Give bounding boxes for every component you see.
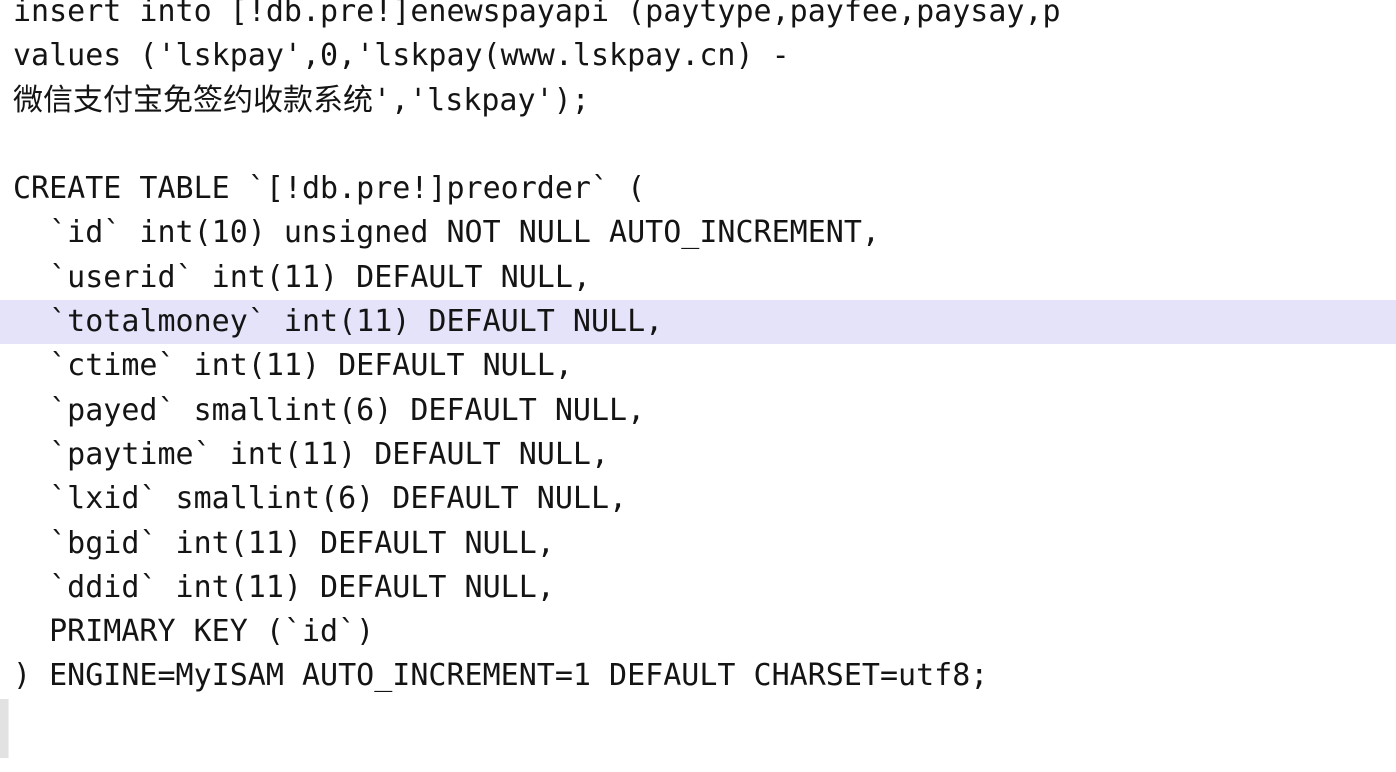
code-line-text: values ('lskpay',0,'lskpay(www.lskpay.cn… <box>13 38 790 74</box>
code-line[interactable]: ) ENGINE=MyISAM AUTO_INCREMENT=1 DEFAULT… <box>13 654 1396 698</box>
code-line[interactable]: values ('lskpay',0,'lskpay(www.lskpay.cn… <box>13 34 1396 78</box>
code-line-text: 微信支付宝免签约收款系统','lskpay'); <box>13 82 590 118</box>
code-line[interactable]: `paytime` int(11) DEFAULT NULL, <box>13 433 1396 477</box>
code-line-text: `id` int(10) unsigned NOT NULL AUTO_INCR… <box>13 215 880 251</box>
code-line[interactable]: PRIMARY KEY (`id`) <box>13 610 1396 654</box>
code-line-text: ) ENGINE=MyISAM AUTO_INCREMENT=1 DEFAULT… <box>13 658 989 694</box>
code-line[interactable]: `payed` smallint(6) DEFAULT NULL, <box>13 389 1396 433</box>
code-line[interactable]: `userid` int(11) DEFAULT NULL, <box>13 256 1396 300</box>
code-line[interactable]: CREATE TABLE `[!db.pre!]preorder` ( <box>13 167 1396 211</box>
code-viewport[interactable]: insert into [!db.pre!]enewspayapi (payty… <box>0 0 1396 772</box>
code-line[interactable]: `id` int(10) unsigned NOT NULL AUTO_INCR… <box>13 211 1396 255</box>
code-line-text: `totalmoney` int(11) DEFAULT NULL, <box>13 304 664 340</box>
code-line-active[interactable]: `totalmoney` int(11) DEFAULT NULL, <box>0 300 1396 345</box>
code-line[interactable]: `lxid` smallint(6) DEFAULT NULL, <box>13 477 1396 521</box>
code-line-text: `ddid` int(11) DEFAULT NULL, <box>13 569 555 605</box>
code-line-text: `ctime` int(11) DEFAULT NULL, <box>13 348 573 384</box>
code-line-text: CREATE TABLE `[!db.pre!]preorder` ( <box>13 171 646 207</box>
code-line-text: `payed` smallint(6) DEFAULT NULL, <box>13 392 646 428</box>
code-line-text: `paytime` int(11) DEFAULT NULL, <box>13 436 610 472</box>
code-line[interactable]: `ctime` int(11) DEFAULT NULL, <box>13 344 1396 388</box>
code-line-text: PRIMARY KEY (`id`) <box>13 614 375 650</box>
code-line[interactable]: `ddid` int(11) DEFAULT NULL, <box>13 566 1396 610</box>
code-line-text: `userid` int(11) DEFAULT NULL, <box>13 259 591 295</box>
code-line-text: insert into [!db.pre!]enewspayapi (payty… <box>13 0 1061 29</box>
code-line[interactable]: 微信支付宝免签约收款系统','lskpay'); <box>13 79 1396 123</box>
code-line[interactable] <box>13 123 1396 167</box>
code-text-surface[interactable]: insert into [!db.pre!]enewspayapi (payty… <box>0 0 1396 699</box>
code-line[interactable]: insert into [!db.pre!]enewspayapi (payty… <box>13 0 1396 34</box>
code-line-text: `bgid` int(11) DEFAULT NULL, <box>13 525 555 561</box>
code-line-text: `lxid` smallint(6) DEFAULT NULL, <box>13 481 628 517</box>
code-line[interactable]: `bgid` int(11) DEFAULT NULL, <box>13 522 1396 566</box>
